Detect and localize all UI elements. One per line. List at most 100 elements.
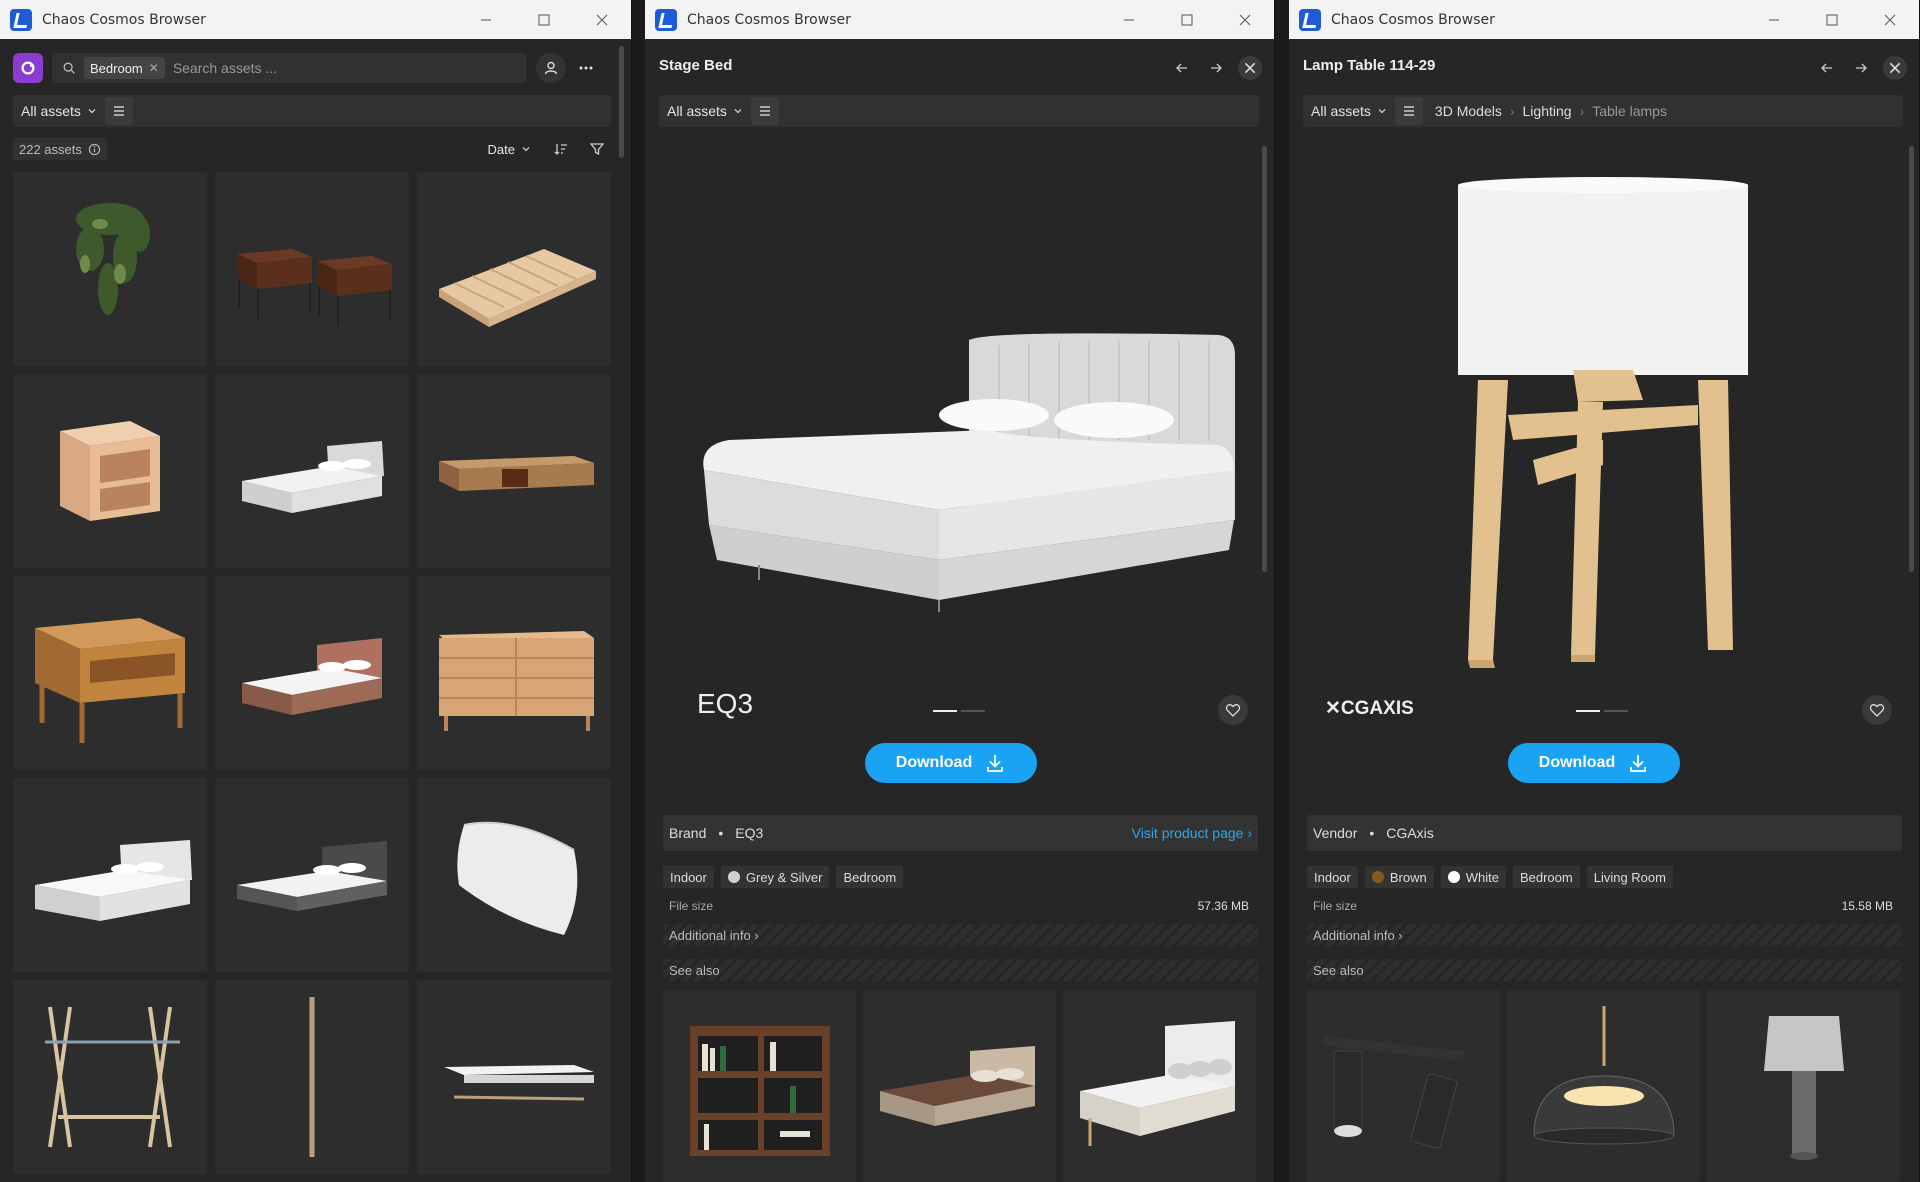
tag-color-grey[interactable]: Grey & Silver [720, 866, 830, 888]
asset-tile[interactable] [417, 778, 611, 972]
asset-tile[interactable] [13, 778, 207, 972]
download-label: Download [895, 754, 973, 771]
related-asset-tile[interactable] [1063, 990, 1256, 1182]
asset-tile[interactable] [417, 980, 611, 1174]
forward-button[interactable] [1847, 54, 1875, 82]
breadcrumb-item[interactable]: Table lamps [1592, 103, 1667, 119]
close-window-button[interactable] [1216, 0, 1274, 39]
tag-bedroom[interactable]: Bedroom [1512, 866, 1580, 888]
chevron-down-icon [1378, 109, 1386, 114]
tag-living-room[interactable]: Living Room [1586, 866, 1673, 888]
asset-tile[interactable] [13, 374, 207, 568]
asset-count-label: 222 assets [19, 141, 82, 157]
more-options-button[interactable] [572, 54, 600, 82]
asset-tile[interactable] [417, 576, 611, 770]
search-input[interactable]: Bedroom ✕ Search assets ... [52, 53, 526, 83]
categories-menu-button[interactable] [750, 97, 779, 125]
cosmos-logo-icon[interactable] [13, 53, 43, 83]
related-asset-tile[interactable] [1707, 990, 1900, 1182]
image-pager[interactable] [1576, 710, 1628, 712]
results-bar: 222 assets Date [13, 136, 611, 162]
asset-tile[interactable] [215, 778, 409, 972]
close-icon [1883, 56, 1907, 80]
info-icon[interactable] [88, 143, 101, 156]
favorite-button[interactable] [1218, 695, 1248, 725]
search-chip[interactable]: Bedroom ✕ [84, 57, 165, 79]
asset-tile[interactable] [215, 576, 409, 770]
minimize-button[interactable] [1100, 0, 1158, 39]
account-button[interactable] [536, 53, 566, 83]
tag-indoor[interactable]: Indoor [1307, 866, 1358, 888]
related-asset-tile[interactable] [1307, 990, 1500, 1182]
image-pager[interactable] [933, 710, 985, 712]
pager-dot-active[interactable] [933, 710, 957, 712]
tag-color-brown[interactable]: Brown [1364, 866, 1434, 888]
related-asset-tile[interactable] [863, 990, 1056, 1182]
asset-tile[interactable] [417, 374, 611, 568]
additional-info-toggle[interactable]: Additional info › [1307, 924, 1902, 946]
brand-logo: EQ3 [697, 688, 754, 719]
detail-scrollbar[interactable] [1909, 146, 1914, 572]
pager-dot[interactable] [961, 710, 985, 712]
asset-tile[interactable] [215, 374, 409, 568]
detail-scrollbar[interactable] [1262, 146, 1267, 572]
related-asset-tile[interactable] [1507, 990, 1700, 1182]
asset-tile[interactable] [13, 576, 207, 770]
breadcrumb-item[interactable]: 3D Models [1435, 103, 1502, 119]
search-row: Bedroom ✕ Search assets ... [13, 52, 618, 84]
filter-bar: All assets [659, 95, 1259, 127]
download-button[interactable]: Download [865, 743, 1037, 783]
file-size-row: File size 57.36 MB [669, 899, 1249, 913]
menu-icon [113, 106, 124, 116]
maximize-button[interactable] [1158, 0, 1216, 39]
asset-filter-dropdown[interactable]: All assets [1303, 96, 1395, 126]
tag-bedroom[interactable]: Bedroom [836, 866, 904, 888]
close-detail-button[interactable] [1881, 54, 1909, 82]
back-button[interactable] [1813, 54, 1841, 82]
asset-preview-image[interactable] [1303, 140, 1903, 670]
close-detail-button[interactable] [1236, 54, 1264, 82]
breadcrumb-separator: › [1579, 103, 1585, 119]
asset-tile[interactable] [417, 172, 611, 366]
asset-filter-dropdown[interactable]: All assets [13, 96, 105, 126]
tag-label: Indoor [670, 869, 707, 885]
categories-menu-button[interactable] [104, 97, 133, 125]
asset-filter-dropdown[interactable]: All assets [659, 96, 751, 126]
sort-order-button[interactable] [547, 135, 575, 163]
download-icon [987, 755, 1004, 772]
back-button[interactable] [1168, 54, 1196, 82]
minimize-button[interactable] [1745, 0, 1803, 39]
breadcrumb-item[interactable]: Lighting [1523, 103, 1572, 119]
close-window-button[interactable] [1861, 0, 1919, 39]
categories-menu-button[interactable] [1394, 97, 1423, 125]
asset-tile[interactable] [215, 172, 409, 366]
sort-dropdown[interactable]: Date [480, 137, 539, 161]
tag-indoor[interactable]: Indoor [663, 866, 714, 888]
asset-tile[interactable] [13, 172, 207, 366]
pager-dot[interactable] [1604, 710, 1628, 712]
filter-button[interactable] [583, 135, 611, 163]
related-asset-tile[interactable] [663, 990, 856, 1182]
menu-icon [1403, 106, 1414, 116]
download-button[interactable]: Download [1508, 743, 1680, 783]
additional-info-toggle[interactable]: Additional info › [663, 924, 1258, 946]
asset-tile[interactable] [13, 980, 207, 1174]
detail-nav [1813, 54, 1909, 82]
asset-tile[interactable] [215, 980, 409, 1174]
minimize-button[interactable] [457, 0, 515, 39]
asset-preview-image[interactable] [659, 140, 1259, 670]
asset-detail-window: Chaos Cosmos Browser Lamp Table 114-29 A… [1289, 0, 1920, 1182]
tag-color-white[interactable]: White [1440, 866, 1506, 888]
close-window-button[interactable] [573, 0, 631, 39]
favorite-button[interactable] [1862, 695, 1892, 725]
maximize-button[interactable] [1803, 0, 1861, 39]
breadcrumb: 3D Models › Lighting › Table lamps [1435, 103, 1667, 119]
sort-label: Date [487, 141, 515, 157]
grid-scrollbar[interactable] [619, 46, 624, 158]
visit-product-link[interactable]: Visit product page › [1132, 825, 1252, 841]
forward-button[interactable] [1202, 54, 1230, 82]
maximize-button[interactable] [515, 0, 573, 39]
chip-close-icon[interactable]: ✕ [149, 61, 159, 75]
pager-dot-active[interactable] [1576, 710, 1600, 712]
file-size-value: 57.36 MB [1197, 899, 1249, 913]
